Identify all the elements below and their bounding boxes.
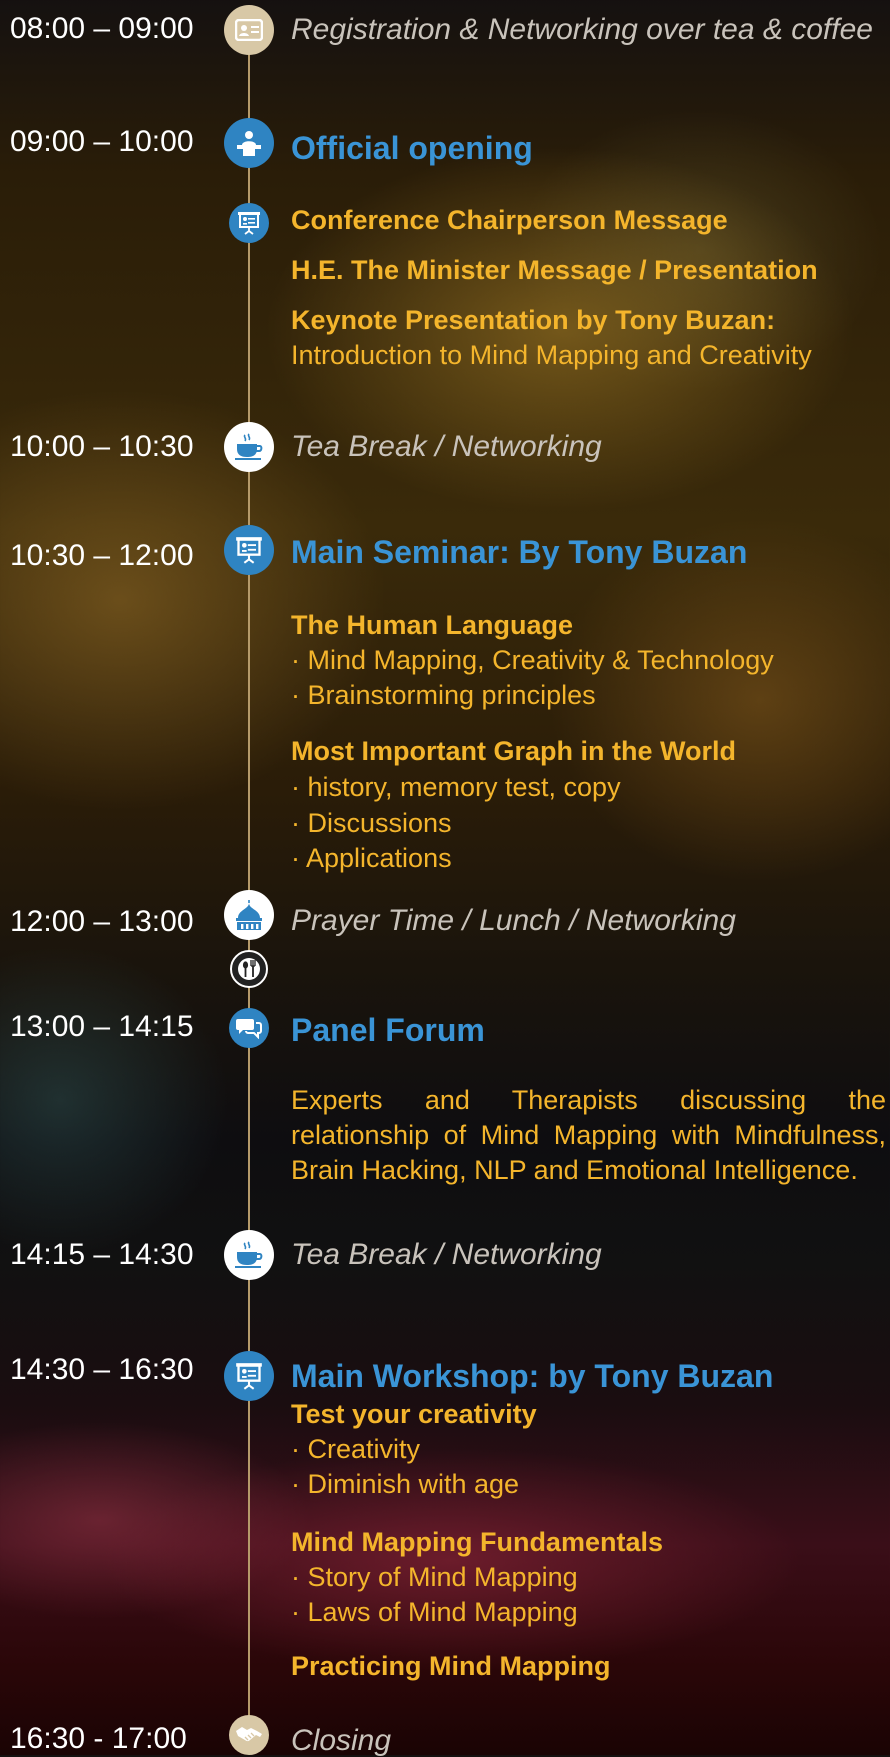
session-title-panel: Panel Forum [291,1012,485,1048]
session-time-opening: 09:00 – 10:00 [10,125,194,158]
presentation-board-icon [224,1351,274,1401]
seminar-point: · history, memory test, copy [291,772,621,802]
panel-description-line: Brain Hacking, NLP and Emotional Intelli… [291,1155,858,1185]
tea-cup-icon [224,422,274,472]
panel-description-line: Experts and Therapists discussing the [291,1085,886,1115]
mosque-icon [224,890,274,940]
keynote-subtitle: Introduction to Mind Mapping and Creativ… [291,340,812,370]
opening-item-minister: H.E. The Minister Message / Presentation [291,255,818,285]
workshop-point: · Diminish with age [291,1469,520,1499]
presentation-board-icon [229,203,269,243]
timeline-line [248,28,250,1738]
session-time-closing: 16:30 - 17:00 [10,1722,187,1755]
session-title-closing: Closing [291,1724,392,1757]
seminar-point: · Brainstorming principles [291,680,596,710]
workshop-point: · Laws of Mind Mapping [291,1597,578,1627]
panel-description: Experts and Therapists discussing the re… [291,1083,886,1188]
workshop-group-heading: Test your creativity [291,1399,537,1429]
opening-item-chairperson: Conference Chairperson Message [291,205,728,235]
seminar-group-heading: The Human Language [291,610,574,640]
seminar-point: · Discussions [291,808,452,838]
opening-item-keynote: Keynote Presentation by Tony Buzan: [291,305,776,335]
session-time-lunch: 12:00 – 13:00 [10,905,194,938]
workshop-group-heading: Practicing Mind Mapping [291,1651,611,1681]
workshop-point: · Creativity [291,1434,421,1464]
session-time-tea-break-2: 14:15 – 14:30 [10,1238,194,1271]
session-title-seminar: Main Seminar: By Tony Buzan [291,534,748,570]
chat-bubbles-icon [229,1008,269,1048]
session-title-tea-break-1: Tea Break / Networking [291,430,602,463]
workshop-point: · Story of Mind Mapping [291,1562,578,1592]
session-time-seminar: 10:30 – 12:00 [10,539,194,572]
session-time-registration: 08:00 – 09:00 [10,12,194,45]
session-time-panel: 13:00 – 14:15 [10,1010,194,1043]
seminar-point: · Applications [291,843,452,873]
speaker-podium-icon [224,118,274,168]
session-title-registration: Registration & Networking over tea & cof… [291,13,873,46]
session-title-lunch: Prayer Time / Lunch / Networking [291,904,736,937]
seminar-group-heading: Most Important Graph in the World [291,736,736,766]
handshake-icon [229,1715,269,1755]
workshop-group-heading: Mind Mapping Fundamentals [291,1527,663,1557]
tea-cup-icon [224,1230,274,1280]
session-title-opening: Official opening [291,130,533,166]
session-time-workshop: 14:30 – 16:30 [10,1353,194,1386]
presentation-board-icon [224,525,274,575]
session-title-tea-break-2: Tea Break / Networking [291,1238,602,1271]
seminar-point: · Mind Mapping, Creativity & Technology [291,645,774,675]
session-title-workshop: Main Workshop: by Tony Buzan [291,1358,774,1394]
panel-description-line: relationship of Mind Mapping with Mindfu… [291,1120,886,1150]
id-card-icon [224,5,274,55]
fork-spoon-icon [230,950,268,988]
session-time-tea-break-1: 10:00 – 10:30 [10,430,194,463]
